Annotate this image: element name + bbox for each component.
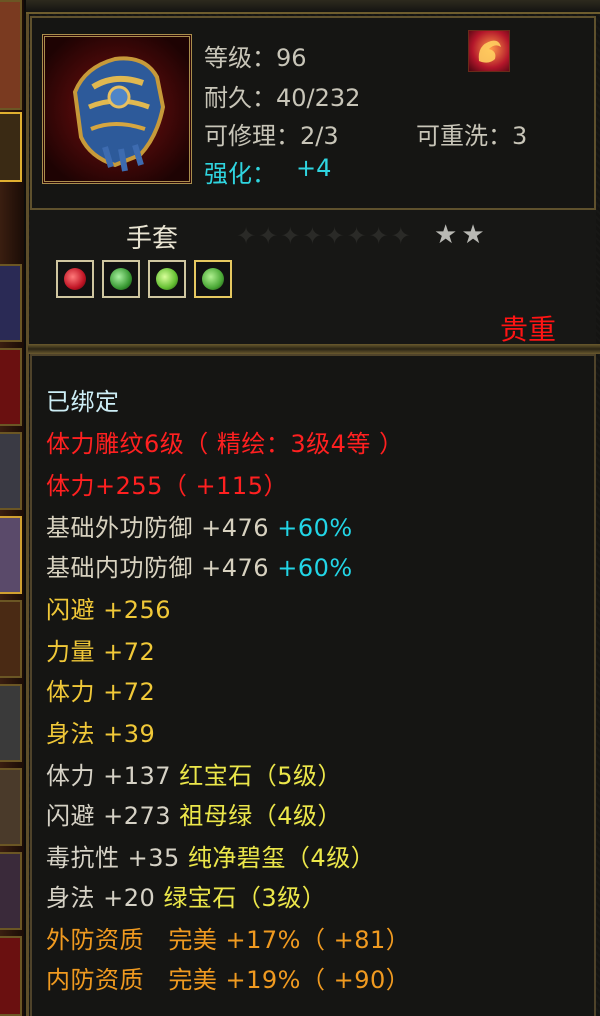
stat-name: 闪避 (46, 596, 95, 624)
gauntlet-icon (45, 37, 189, 181)
gem-name: 祖母绿（4级） (179, 802, 342, 830)
stat-name: 身法 (46, 720, 95, 748)
star-rating: ★★ (434, 220, 489, 250)
stat-name: 外防资质 (46, 926, 144, 954)
enhance-label: 强化： (204, 160, 276, 188)
gem-bonus-line: 体力 +137 红宝石（5级） (46, 756, 342, 791)
stat-percent: +60% (277, 554, 353, 582)
inventory-slot[interactable] (0, 684, 22, 762)
section-divider (28, 344, 600, 354)
quality-grade: 完美 (168, 966, 218, 994)
agility-line: 身法 +39 (46, 714, 155, 749)
gem-name: 绿宝石（3级） (163, 884, 327, 912)
inventory-slot[interactable] (0, 432, 22, 510)
gem-bonus-line: 闪避 +273 祖母绿（4级） (46, 796, 342, 831)
red-gem-icon (64, 268, 86, 290)
stat-name: 身法 (46, 884, 95, 912)
gem-slot-jade[interactable] (148, 260, 186, 298)
gem-slot-emerald[interactable] (102, 260, 140, 298)
inventory-slot[interactable] (0, 600, 22, 678)
stat-value: +17%（ +81） (225, 926, 411, 954)
green-gem-icon (202, 268, 224, 290)
stat-value: +273 (103, 802, 172, 830)
gem-name: 纯净碧玺（4级） (187, 844, 376, 872)
stat-name: 力量 (46, 638, 95, 666)
stat-value: +256 (103, 596, 172, 624)
reforge-text: 可重洗：3 (416, 122, 528, 150)
gem-slot-red[interactable] (56, 260, 94, 298)
dodge-line: 闪避 +256 (46, 590, 171, 625)
stat-value: +137 (103, 762, 172, 790)
stat-value: +19%（ +90） (225, 966, 411, 994)
stat-value: +39 (103, 720, 156, 748)
stat-value: +476 (201, 554, 270, 582)
rarity-label: 贵重 (499, 313, 556, 346)
star-icon: ★ (434, 220, 462, 250)
inventory-slot[interactable] (0, 768, 22, 846)
base-ext-def-line: 基础外功防御 +476 +60% (46, 508, 353, 543)
stat-name: 内防资质 (46, 966, 144, 994)
stat-name: 毒抗性 (46, 844, 120, 872)
vitality-line: 体力 +72 (46, 672, 155, 707)
inventory-slot[interactable] (0, 852, 22, 930)
stat-name: 基础外功防御 (46, 514, 193, 542)
stat-value: +20 (103, 884, 156, 912)
gem-bonus-line: 身法 +20 绿宝石（3级） (46, 878, 326, 913)
inventory-slot[interactable] (0, 264, 22, 342)
gem-slot-green[interactable] (194, 260, 232, 298)
stat-value: +72 (103, 638, 156, 666)
gem-bonus-line: 毒抗性 +35 纯净碧玺（4级） (46, 838, 375, 873)
stat-value: +72 (103, 678, 156, 706)
repair-text: 可修理：2/3 (204, 122, 339, 150)
strength-line: 力量 +72 (46, 632, 155, 667)
stat-name: 闪避 (46, 802, 95, 830)
enhance-value: +4 (296, 154, 332, 182)
inventory-slot[interactable] (0, 348, 22, 426)
level-text: 等级：96 (204, 44, 307, 72)
item-name: 手套 (126, 224, 179, 254)
empty-star-slots: ✦✦✦✦✦✦✦✦ (236, 222, 413, 250)
quality-line: 内防资质 完美 +19%（ +90） (46, 960, 410, 995)
star-icon: ★ (461, 220, 489, 250)
stat-name: 体力 (46, 762, 95, 790)
stat-value: +35 (127, 844, 180, 872)
portrait-slot[interactable] (0, 0, 22, 110)
jade-gem-icon (156, 268, 178, 290)
fire-swirl-icon (478, 40, 501, 63)
fire-skill-icon[interactable] (468, 30, 510, 72)
inventory-slot[interactable] (0, 936, 22, 1016)
vitality-main-line: 体力+255（ +115） (46, 472, 288, 500)
stat-name: 基础内功防御 (46, 554, 193, 582)
stat-percent: +60% (277, 514, 353, 542)
tooltip-top-rim (26, 0, 600, 14)
bound-status: 已绑定 (46, 388, 120, 416)
item-icon-frame (42, 34, 192, 184)
base-int-def-line: 基础内功防御 +476 +60% (46, 548, 353, 583)
emerald-gem-icon (110, 268, 132, 290)
engraving-line: 体力雕纹6级（ 精绘：3级4等 ） (46, 430, 404, 458)
gem-name: 红宝石（5级） (179, 762, 342, 790)
side-bar-partial (0, 0, 24, 1016)
stat-value: +476 (201, 514, 270, 542)
inventory-slot[interactable] (0, 112, 22, 182)
stat-name: 体力 (46, 678, 95, 706)
quality-grade: 完美 (168, 926, 218, 954)
quality-line: 外防资质 完美 +17%（ +81） (46, 920, 410, 955)
inventory-slot[interactable] (0, 516, 22, 594)
durability-text: 耐久：40/232 (204, 84, 361, 112)
